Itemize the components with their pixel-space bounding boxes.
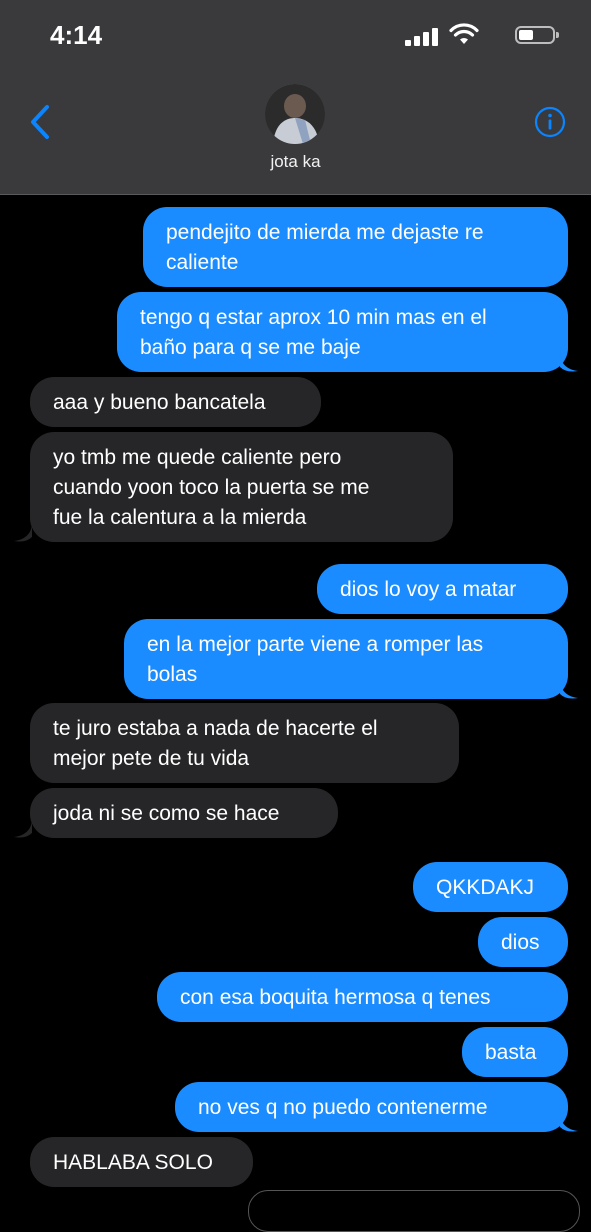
message-bubble-sent[interactable]: QKKDAKJ: [413, 862, 568, 912]
message-bubble-sent[interactable]: con esa boquita hermosa q tenes: [157, 972, 568, 1022]
message-bubble-sent[interactable]: tengo q estar aprox 10 min mas en el bañ…: [117, 292, 568, 372]
contact-avatar[interactable]: [265, 84, 325, 144]
message-bubble-sent[interactable]: en la mejor parte viene a romper las bol…: [124, 619, 568, 699]
bubble-tail: [14, 821, 32, 838]
wifi-icon: [449, 23, 479, 44]
back-chevron-icon[interactable]: [28, 104, 52, 140]
message-compose-field[interactable]: [248, 1190, 580, 1232]
message-bubble-received[interactable]: HABLABA SOLO: [30, 1137, 253, 1187]
conversation-header: 4:14 jota ka: [0, 0, 591, 195]
signal-icon: [405, 28, 439, 46]
info-icon[interactable]: [534, 106, 566, 138]
status-time: 4:14: [50, 20, 103, 50]
message-bubble-sent[interactable]: basta: [462, 1027, 568, 1077]
bubble-tail: [560, 1115, 578, 1132]
contact-name[interactable]: jota ka: [0, 152, 591, 172]
bubble-tail: [560, 682, 578, 699]
battery-icon: [515, 26, 559, 44]
message-bubble-sent[interactable]: no ves q no puedo contenerme: [175, 1082, 568, 1132]
message-bubble-received[interactable]: joda ni se como se hace: [30, 788, 338, 838]
bubble-tail: [560, 355, 578, 372]
message-bubble-sent[interactable]: pendejito de mierda me dejaste re calien…: [143, 207, 568, 287]
message-bubble-sent[interactable]: dios lo voy a matar: [317, 564, 568, 614]
message-bubble-received[interactable]: te juro estaba a nada de hacerte el mejo…: [30, 703, 459, 783]
bubble-tail: [14, 525, 32, 542]
message-bubble-sent[interactable]: dios: [478, 917, 568, 967]
message-bubble-received[interactable]: yo tmb me quede caliente pero cuando yoo…: [30, 432, 453, 542]
message-bubble-received[interactable]: aaa y bueno bancatela: [30, 377, 321, 427]
